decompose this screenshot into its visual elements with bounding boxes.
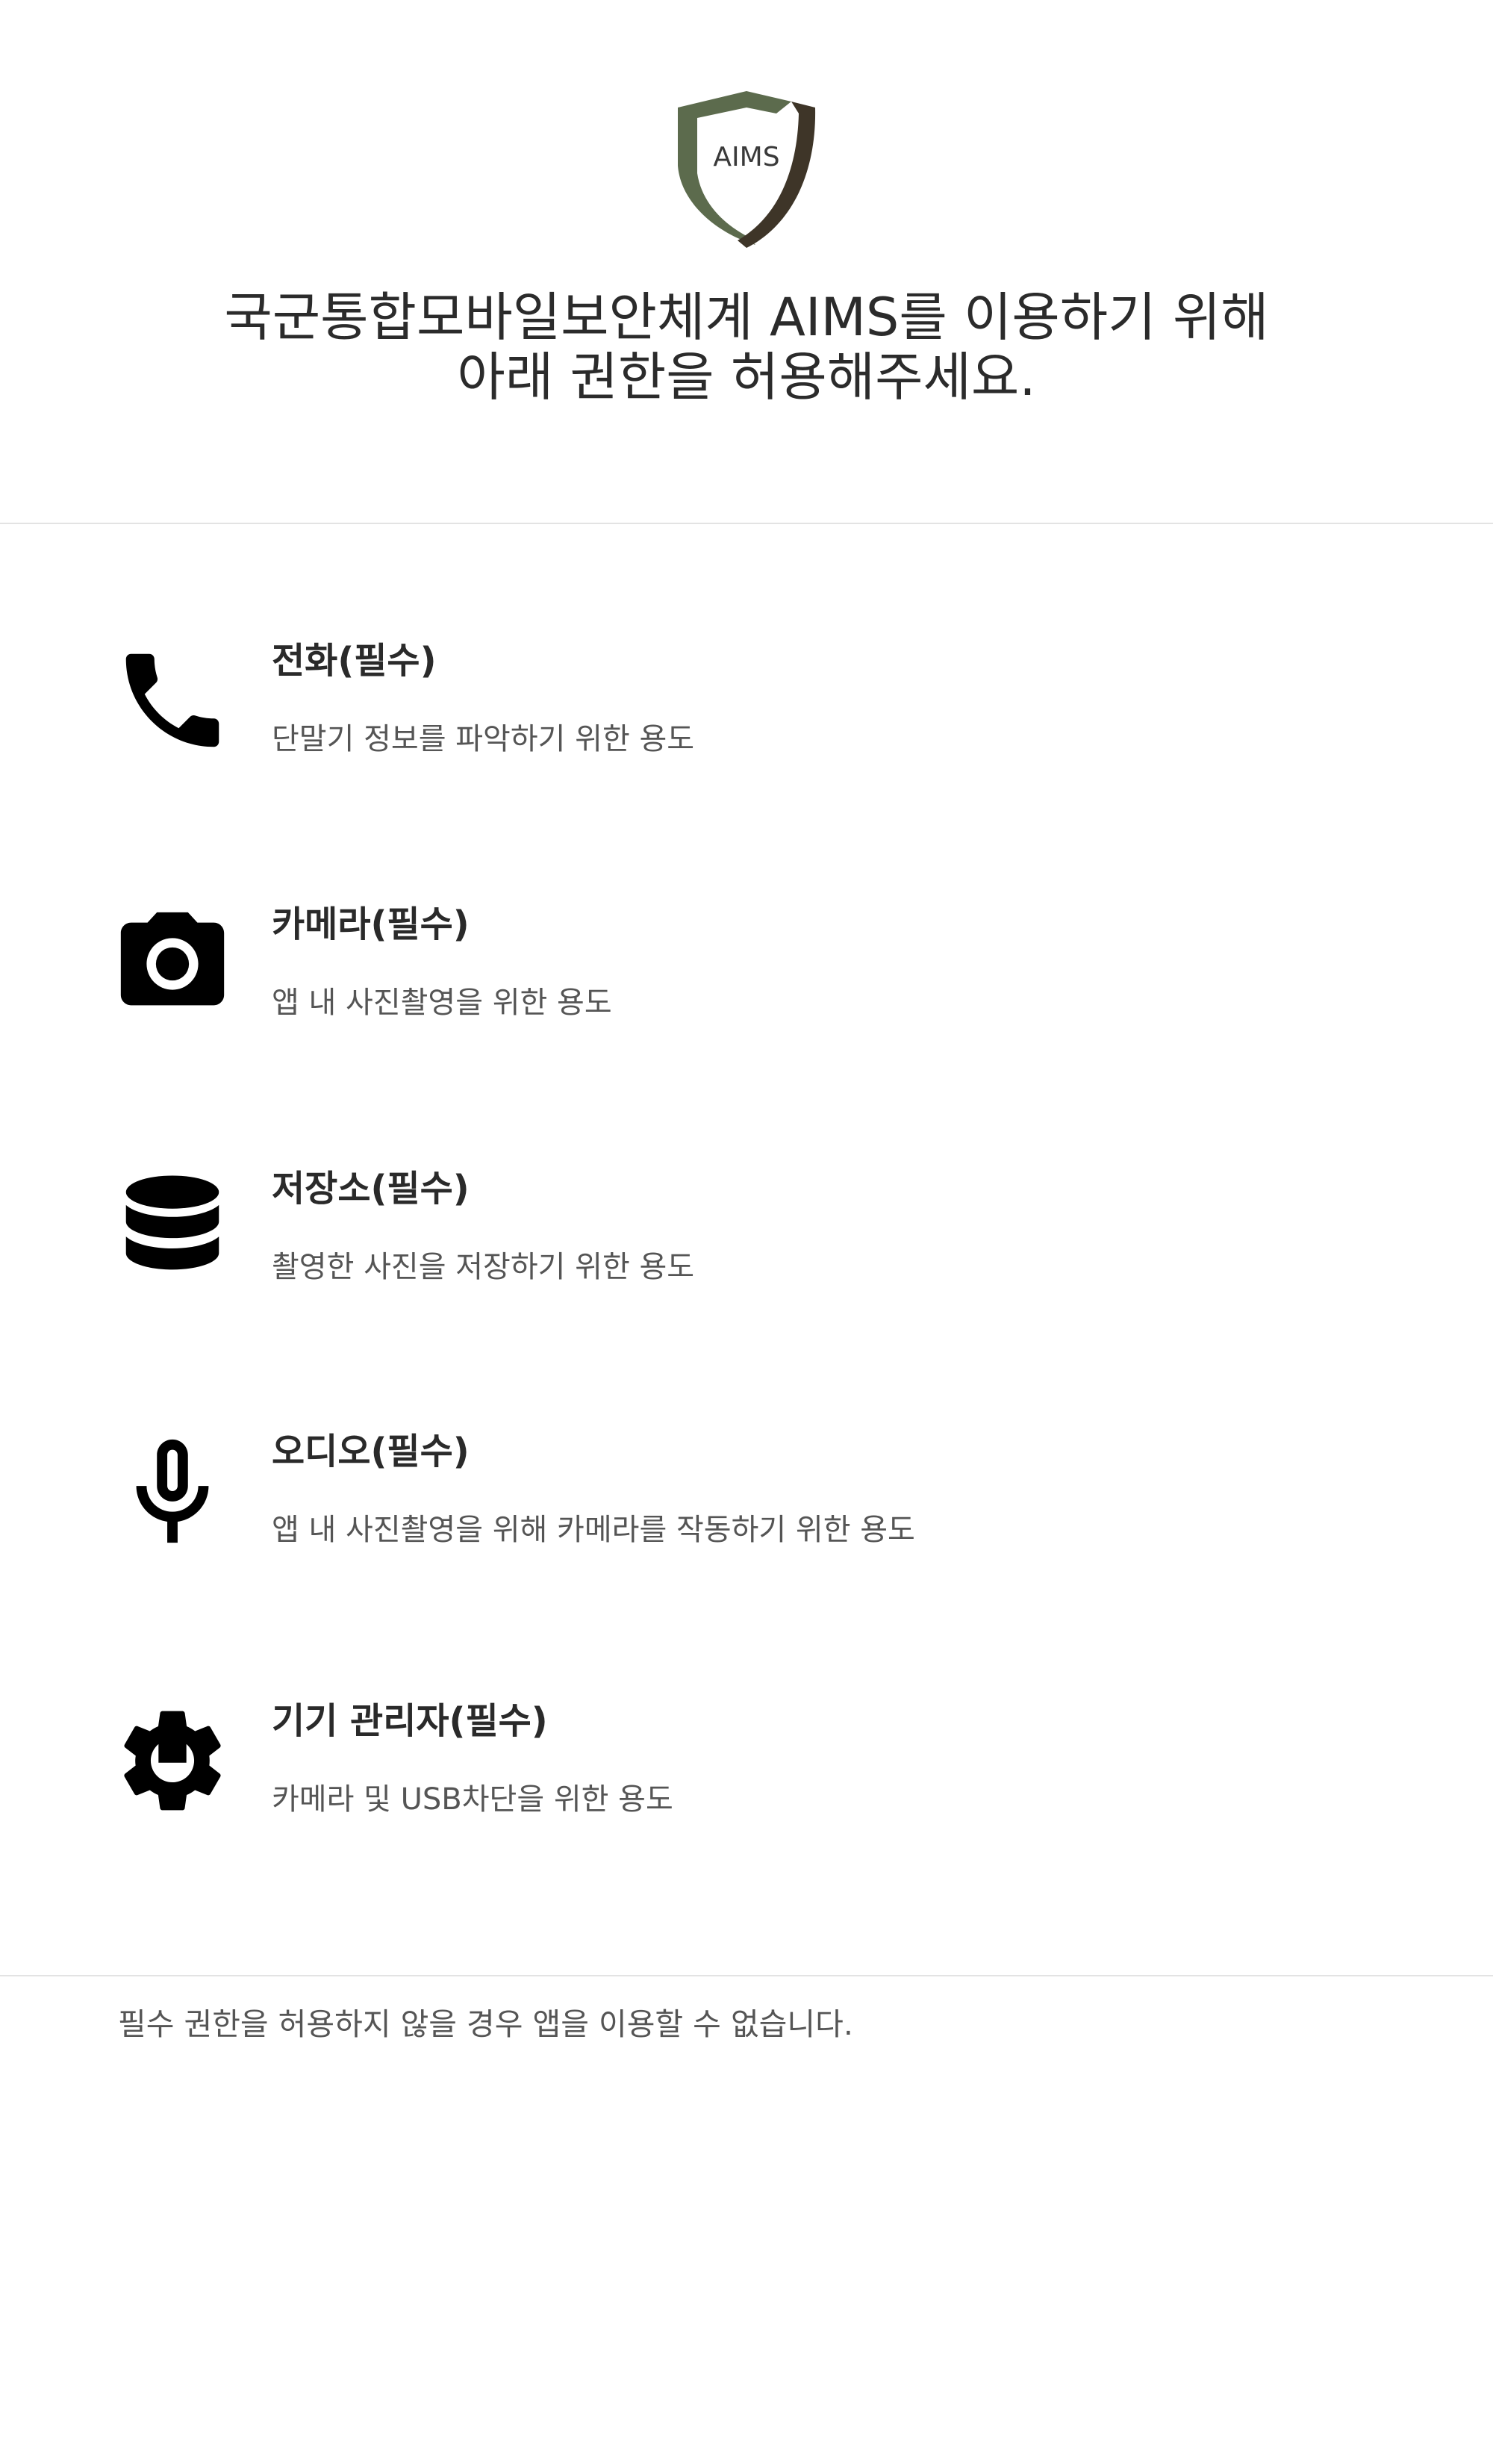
permission-title: 기기 관리자(필수) (272, 1700, 548, 1742)
permission-item-phone: 전화(필수) 단말기 정보를 파악하기 위한 용도 (0, 638, 1493, 803)
permission-description: 단말기 정보를 파악하기 위한 용도 (272, 722, 695, 756)
permission-description: 카메라 및 USB차단을 위한 용도 (272, 1782, 673, 1817)
permission-item-camera: 카메라(필수) 앱 내 사진촬영을 위한 용도 (0, 902, 1493, 1066)
permission-description: 앱 내 사진촬영을 위해 카메라를 작동하기 위한 용도 (272, 1513, 915, 1547)
bottom-divider (0, 1975, 1493, 1976)
page-title-line-1: 국군통합모바일보안체계 AIMS를 이용하기 위해 (224, 287, 1269, 348)
page-title-line-2: 아래 권한을 허용해주세요. (457, 346, 1036, 408)
permission-description: 앱 내 사진촬영을 위한 용도 (272, 986, 612, 1020)
microphone-icon (110, 1429, 234, 1553)
database-icon (110, 1166, 234, 1290)
page-title: 국군통합모바일보안체계 AIMS를 이용하기 위해 아래 권한을 허용해주세요. (75, 287, 1418, 407)
required-permission-notice: 필수 권한을 허용하지 않을 경우 앱을 이용할 수 없습니다. (118, 2006, 853, 2042)
header: AIMS 국군통합모바일보안체계 AIMS를 이용하기 위해 아래 권한을 허용… (0, 0, 1493, 523)
permission-description: 촬영한 사진을 저장하기 위한 용도 (272, 1250, 695, 1284)
top-divider (0, 523, 1493, 524)
logo-text: AIMS (713, 142, 779, 172)
permission-item-storage: 저장소(필수) 촬영한 사진을 저장하기 위한 용도 (0, 1166, 1493, 1331)
device-admin-gear-icon (110, 1699, 234, 1823)
permission-title: 저장소(필수) (272, 1168, 470, 1210)
camera-icon (110, 902, 234, 1026)
phone-icon (110, 638, 234, 762)
permission-title: 카메라(필수) (272, 903, 470, 945)
permission-request-screen: AIMS 국군통합모바일보안체계 AIMS를 이용하기 위해 아래 권한을 허용… (0, 0, 1493, 2464)
permission-title: 오디오(필수) (272, 1431, 470, 1472)
aims-shield-logo: AIMS (672, 91, 821, 249)
permission-item-audio: 오디오(필수) 앱 내 사진촬영을 위해 카메라를 작동하기 위한 용도 (0, 1429, 1493, 1593)
permission-title: 전화(필수) (272, 640, 437, 682)
permission-item-device-admin: 기기 관리자(필수) 카메라 및 USB차단을 위한 용도 (0, 1699, 1493, 1863)
